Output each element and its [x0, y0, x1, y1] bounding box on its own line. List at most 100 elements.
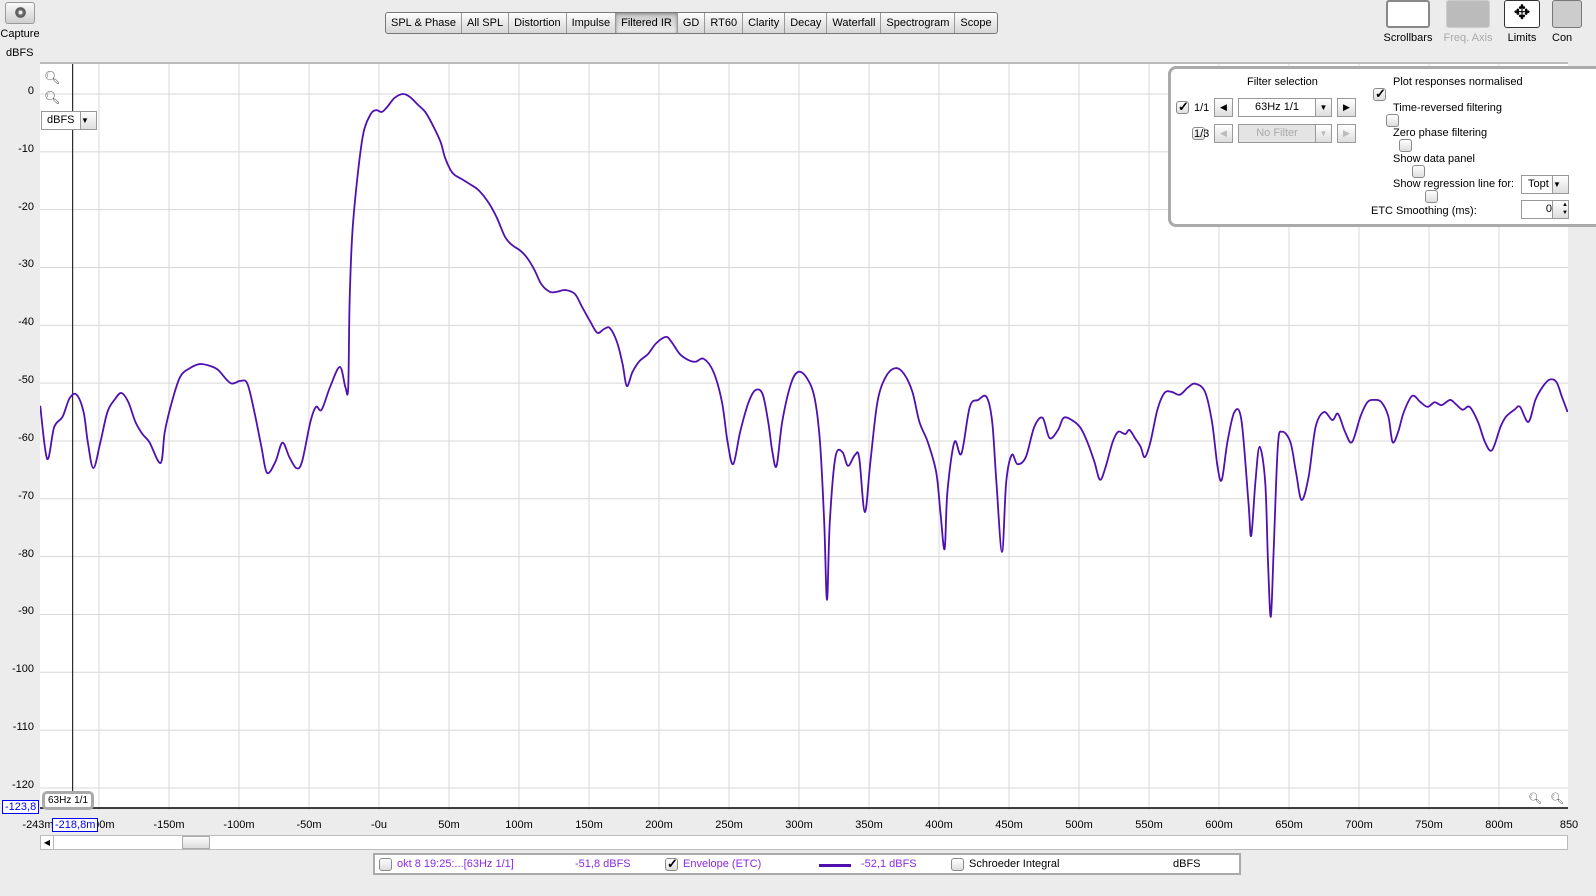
camera-icon: [5, 2, 35, 24]
freq-axis-button[interactable]: Freq. Axis: [1438, 0, 1498, 44]
filter1-next-button[interactable]: ▶: [1337, 98, 1356, 117]
scrollbar-thumb[interactable]: [182, 836, 210, 849]
controls-icon: [1552, 0, 1582, 28]
envelope-value: -52,1 dBFS: [861, 858, 917, 870]
filter-tag: 63Hz 1/1: [42, 791, 95, 810]
option-checkbox-0[interactable]: [1373, 86, 1386, 102]
x-tick-label: 850: [1559, 819, 1579, 831]
x-tick-label: 150m: [575, 819, 603, 831]
etc-smoothing-input[interactable]: 0 ▲ ▼: [1521, 200, 1569, 219]
y-tick-label: -80: [18, 547, 34, 560]
regression-select[interactable]: Topt ▼: [1521, 175, 1569, 194]
x-tick-label: 550m: [1135, 819, 1163, 831]
envelope-checkbox[interactable]: [665, 856, 678, 872]
tab-spl-phase[interactable]: SPL & Phase: [386, 13, 463, 33]
filter-panel: Filter selection 1/1 ◀ 63Hz 1/1▼ ▶ 1/3 ◀…: [1168, 66, 1596, 227]
x-tick-label: 500m: [1065, 819, 1093, 831]
chevron-down-icon: ▼: [80, 112, 96, 129]
tab-gd[interactable]: GD: [678, 13, 706, 33]
option-checkbox-3[interactable]: [1412, 164, 1425, 178]
x-tick-label: 750m: [1415, 819, 1443, 831]
filter1-label: 1/1: [1194, 102, 1210, 114]
y-tick-label: -60: [18, 431, 34, 444]
x-tick-label: -100m: [223, 819, 255, 831]
option-label-2: Zero phase filtering: [1393, 127, 1488, 139]
filter2-label: 1/3: [1194, 128, 1210, 140]
tab-spectrogram[interactable]: Spectrogram: [881, 13, 956, 33]
measurement-checkbox[interactable]: [379, 858, 392, 871]
zoom-x-out-icon[interactable]: 🔍︎: [1528, 792, 1542, 805]
scroll-left-icon[interactable]: ◀: [41, 836, 54, 849]
filter2-dropdown[interactable]: No Filter ▼: [1238, 124, 1332, 143]
limits-button[interactable]: ✥ Limits: [1492, 0, 1552, 44]
scrollbars-button[interactable]: Scrollbars: [1378, 0, 1438, 44]
x-tick-label: 450m: [995, 819, 1023, 831]
spinner-icon[interactable]: ▲ ▼: [1552, 201, 1568, 218]
tab-filtered-ir[interactable]: Filtered IR: [616, 13, 678, 33]
x-tick-label: 250m: [715, 819, 743, 831]
chevron-down-icon: ▼: [1315, 125, 1331, 142]
tab-impulse[interactable]: Impulse: [567, 13, 617, 33]
y-tick-label: 0: [27, 85, 34, 97]
y-tick-label: -10: [18, 142, 34, 155]
graph-tabs: SPL & Phase All SPL Distortion Impulse Filte…: [385, 12, 998, 34]
y-tick-label: -20: [18, 200, 34, 213]
y-axis-unit: dBFS: [6, 47, 34, 59]
tab-distortion[interactable]: Distortion: [509, 13, 567, 33]
chevron-down-icon: ▼: [1315, 99, 1331, 116]
measurement-value: -51,8 dBFS: [575, 858, 631, 870]
envelope-label: Envelope (ETC): [683, 858, 762, 870]
measurement-name: okt 8 19:25:...[63Hz 1/1]: [397, 858, 514, 870]
limits-icon: ✥: [1504, 0, 1540, 28]
tab-all-spl[interactable]: All SPL: [462, 13, 510, 33]
option-checkbox-4[interactable]: [1425, 190, 1438, 203]
y-tick-label: -30: [18, 258, 34, 271]
tab-waterfall[interactable]: Waterfall: [827, 13, 882, 33]
tab-scope[interactable]: Scope: [955, 13, 996, 33]
unit-dropdown[interactable]: dBFS ▼: [41, 111, 97, 130]
envelope-line-swatch: [819, 864, 851, 867]
chevron-down-icon: ▼: [1552, 176, 1568, 193]
zoom-out-icon[interactable]: 🔍︎: [44, 90, 61, 106]
filter1-dropdown[interactable]: 63Hz 1/1 ▼: [1238, 98, 1332, 117]
filter2-prev-button[interactable]: ◀: [1214, 124, 1233, 143]
filter2-next-button[interactable]: ▶: [1337, 124, 1356, 143]
tab-clarity[interactable]: Clarity: [743, 13, 786, 33]
y-tick-label: -70: [18, 489, 34, 502]
schroeder-checkbox[interactable]: [951, 858, 964, 871]
tab-decay[interactable]: Decay: [785, 13, 828, 33]
x-tick-label: 50m: [438, 819, 460, 831]
scrollbars-icon: [1386, 0, 1430, 28]
x-tick-label: -50m: [296, 819, 322, 831]
x-tick-label: 400m: [925, 819, 953, 831]
x-cursor-readout: -218,8m: [52, 818, 99, 832]
etc-smoothing-label: ETC Smoothing (ms):: [1371, 205, 1477, 217]
zoom-x-in-icon[interactable]: 🔍︎: [1550, 792, 1564, 805]
horizontal-scrollbar[interactable]: ◀: [40, 835, 1568, 850]
x-tick-label: 100m: [505, 819, 533, 831]
x-tick-label: 200m: [645, 819, 673, 831]
option-label-4: Show regression line for:: [1393, 178, 1515, 190]
legend-unit: dBFS: [1173, 858, 1201, 870]
x-tick-label: -150m: [153, 819, 185, 831]
legend-bar: okt 8 19:25:...[63Hz 1/1] -51,8 dBFS Env…: [373, 853, 1241, 875]
filter1-prev-button[interactable]: ◀: [1214, 98, 1233, 117]
schroeder-label: Schroeder Integral: [969, 858, 1060, 870]
filter-selection-title: Filter selection: [1247, 76, 1318, 88]
x-tick-label: -0u: [371, 819, 387, 831]
y-tick-label: -120: [11, 778, 34, 791]
y-cursor-readout: -123,8: [2, 800, 40, 814]
filter1-checkbox[interactable]: [1176, 99, 1189, 115]
option-label-3: Show data panel: [1393, 152, 1475, 165]
x-tick-label: 600m: [1205, 819, 1233, 831]
option-checkbox-1[interactable]: [1386, 113, 1399, 127]
option-checkbox-2[interactable]: [1399, 139, 1412, 152]
y-tick-label: -40: [18, 316, 34, 329]
capture-button[interactable]: Capture: [0, 0, 40, 40]
y-tick-label: -110: [12, 721, 34, 734]
zoom-in-icon[interactable]: 🔍︎: [44, 70, 61, 86]
x-tick-label: 300m: [785, 819, 813, 831]
freq-axis-icon: [1446, 0, 1490, 28]
tab-rt60[interactable]: RT60: [705, 13, 744, 33]
controls-button[interactable]: Con: [1548, 0, 1596, 44]
